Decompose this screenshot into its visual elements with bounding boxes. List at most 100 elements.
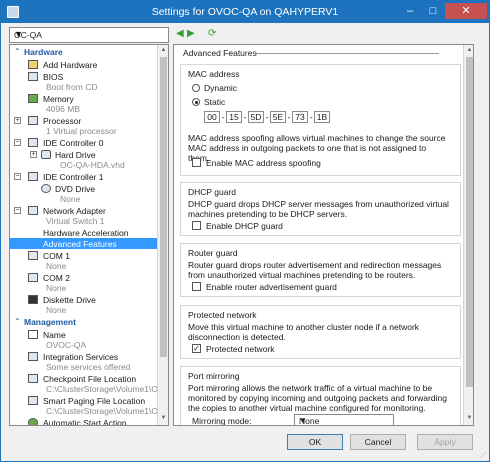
protected-network-label: Protected network (206, 344, 275, 354)
sidebar-scrollbar[interactable]: ▲ ▼ (157, 45, 168, 425)
router-guard-label: Enable router advertisement guard (206, 282, 337, 292)
protected-network-group: Protected network Move this virtual mach… (180, 305, 461, 359)
tree-item-label: Network Adapter (43, 206, 106, 216)
router-guard-checkbox[interactable] (192, 282, 201, 291)
dynamic-radio[interactable] (192, 84, 200, 92)
mac-spoofing-checkbox[interactable] (192, 158, 201, 167)
mac-octet-6[interactable]: 1B (314, 111, 330, 123)
tree-item-com-2[interactable]: COM 2 None (10, 272, 168, 294)
tree-item-name[interactable]: Name OVOC-QA (10, 329, 168, 351)
apply-button[interactable]: Apply (417, 434, 473, 450)
mac-separator: - (287, 112, 291, 122)
bios-icon (28, 72, 38, 81)
tree-item-diskette-drive[interactable]: Diskette Drive None (10, 294, 168, 316)
mac-separator: - (309, 112, 313, 122)
tree-item-label: Processor (43, 116, 82, 126)
pane-title: Advanced Features (183, 48, 257, 58)
automatic-start-icon (28, 418, 38, 425)
mac-octet-5[interactable]: 73 (292, 111, 308, 123)
mac-separator: - (265, 112, 269, 122)
scroll-up-icon[interactable]: ▲ (159, 46, 168, 55)
port-mirroring-description: Port mirroring allows the network traffi… (188, 383, 447, 413)
com-port-icon (28, 273, 38, 282)
maximize-button[interactable]: □ (422, 3, 444, 19)
tree-item-label: Automatic Start Action (43, 418, 127, 426)
tree-item-ide-controller-0[interactable]: − IDE Controller 0 (10, 137, 168, 148)
mac-octet-1[interactable]: 00 (204, 111, 220, 123)
tree-item-label: COM 2 (43, 273, 70, 283)
tree-item-hard-drive[interactable]: + Hard Drive OC-QA-HDA.vhd (10, 149, 168, 171)
tree-item-memory[interactable]: Memory 4096 MB (10, 93, 168, 115)
collapse-icon[interactable]: − (14, 139, 21, 146)
tree-item-sub: None (46, 261, 67, 271)
mac-octet-4[interactable]: 5E (270, 111, 286, 123)
settings-window: Settings for OVOC-QA on QAHYPERV1 – □ ✕ … (0, 0, 490, 462)
pane-scrollbar[interactable]: ▲ ▼ (463, 45, 473, 425)
tree-item-label: Integration Services (43, 352, 119, 362)
scroll-up-icon[interactable]: ▲ (465, 46, 473, 55)
tree-item-integration-services[interactable]: Integration Services Some services offer… (10, 351, 168, 373)
com-port-icon (28, 251, 38, 260)
memory-icon (28, 94, 38, 103)
hard-drive-icon (41, 150, 51, 159)
expand-icon[interactable]: + (14, 117, 21, 124)
tree-item-label: BIOS (43, 72, 64, 82)
tree-item-bios[interactable]: BIOS Boot from CD (10, 71, 168, 93)
ide-controller-icon (28, 172, 38, 181)
tree-item-processor[interactable]: + Processor 1 Virtual processor (10, 115, 168, 137)
static-radio[interactable] (192, 98, 200, 106)
forward-arrow-icon[interactable]: ▶ (187, 28, 195, 39)
back-arrow-icon[interactable]: ◀ (176, 28, 184, 39)
section-management[interactable]: ⌃ Management (10, 317, 168, 328)
scroll-thumb[interactable] (466, 57, 473, 387)
tree-item-sub: None (60, 194, 81, 204)
expand-icon[interactable]: + (30, 151, 37, 158)
refresh-icon[interactable]: ⟳ (208, 28, 216, 39)
tree-item-label: Add Hardware (43, 60, 98, 70)
dhcp-guard-checkbox[interactable] (192, 221, 201, 230)
mirroring-mode-select[interactable]: None ▼ (294, 414, 394, 425)
tree-item-com-1[interactable]: COM 1 None (10, 250, 168, 272)
collapse-icon[interactable]: − (14, 207, 21, 214)
tree-item-advanced-features[interactable]: Advanced Features (10, 238, 168, 249)
tree-item-hardware-acceleration[interactable]: Hardware Acceleration (10, 227, 168, 238)
tree-item-ide-controller-1[interactable]: − IDE Controller 1 (10, 171, 168, 182)
section-hardware[interactable]: ⌃ Hardware (10, 47, 168, 58)
minimize-button[interactable]: – (399, 3, 421, 19)
mac-octet-2[interactable]: 15 (226, 111, 242, 123)
resize-grip-icon[interactable]: ⋰ (480, 451, 487, 459)
tree-item-smart-paging-file-location[interactable]: Smart Paging File Location C:\ClusterSto… (10, 395, 168, 417)
protected-network-title: Protected network (188, 310, 257, 320)
vm-selector[interactable]: OC-QA ▼ (9, 27, 169, 43)
collapse-icon[interactable]: − (14, 173, 21, 180)
tree-item-label: Checkpoint File Location (43, 374, 137, 384)
tree-item-dvd-drive[interactable]: DVD Drive None (10, 183, 168, 205)
close-button[interactable]: ✕ (445, 3, 487, 19)
scroll-down-icon[interactable]: ▼ (465, 414, 473, 423)
tree-item-add-hardware[interactable]: Add Hardware (10, 59, 168, 70)
tree-item-automatic-start-action[interactable]: Automatic Start Action (10, 417, 168, 426)
scroll-thumb[interactable] (160, 57, 167, 357)
tree-item-network-adapter[interactable]: − Network Adapter Virtual Switch 1 (10, 205, 168, 227)
scroll-down-icon[interactable]: ▼ (159, 414, 168, 423)
protected-network-checkbox[interactable]: ✓ (192, 344, 201, 353)
dynamic-label: Dynamic (204, 83, 238, 93)
mac-octet-3[interactable]: 5D (248, 111, 264, 123)
tree-item-label: Name (43, 330, 66, 340)
tree-item-checkpoint-file-location[interactable]: Checkpoint File Location C:\ClusterStora… (10, 373, 168, 395)
port-mirroring-group: Port mirroring Port mirroring allows the… (180, 366, 461, 425)
chevron-down-icon: ▼ (14, 29, 23, 39)
ok-button[interactable]: OK (287, 434, 343, 450)
checkpoint-icon (28, 374, 38, 383)
tree-item-label: IDE Controller 1 (43, 172, 104, 182)
port-mirroring-title: Port mirroring (188, 371, 240, 381)
mac-address-title: MAC address (188, 69, 240, 79)
smart-paging-icon (28, 396, 38, 405)
tree-item-sub: Boot from CD (46, 82, 98, 92)
tree-item-sub: Some services offered (46, 362, 131, 372)
mac-separator: - (243, 112, 247, 122)
mac-separator: - (221, 112, 225, 122)
title-bar: Settings for OVOC-QA on QAHYPERV1 – □ ✕ (1, 1, 489, 23)
cancel-button[interactable]: Cancel (350, 434, 406, 450)
ide-controller-icon (28, 138, 38, 147)
